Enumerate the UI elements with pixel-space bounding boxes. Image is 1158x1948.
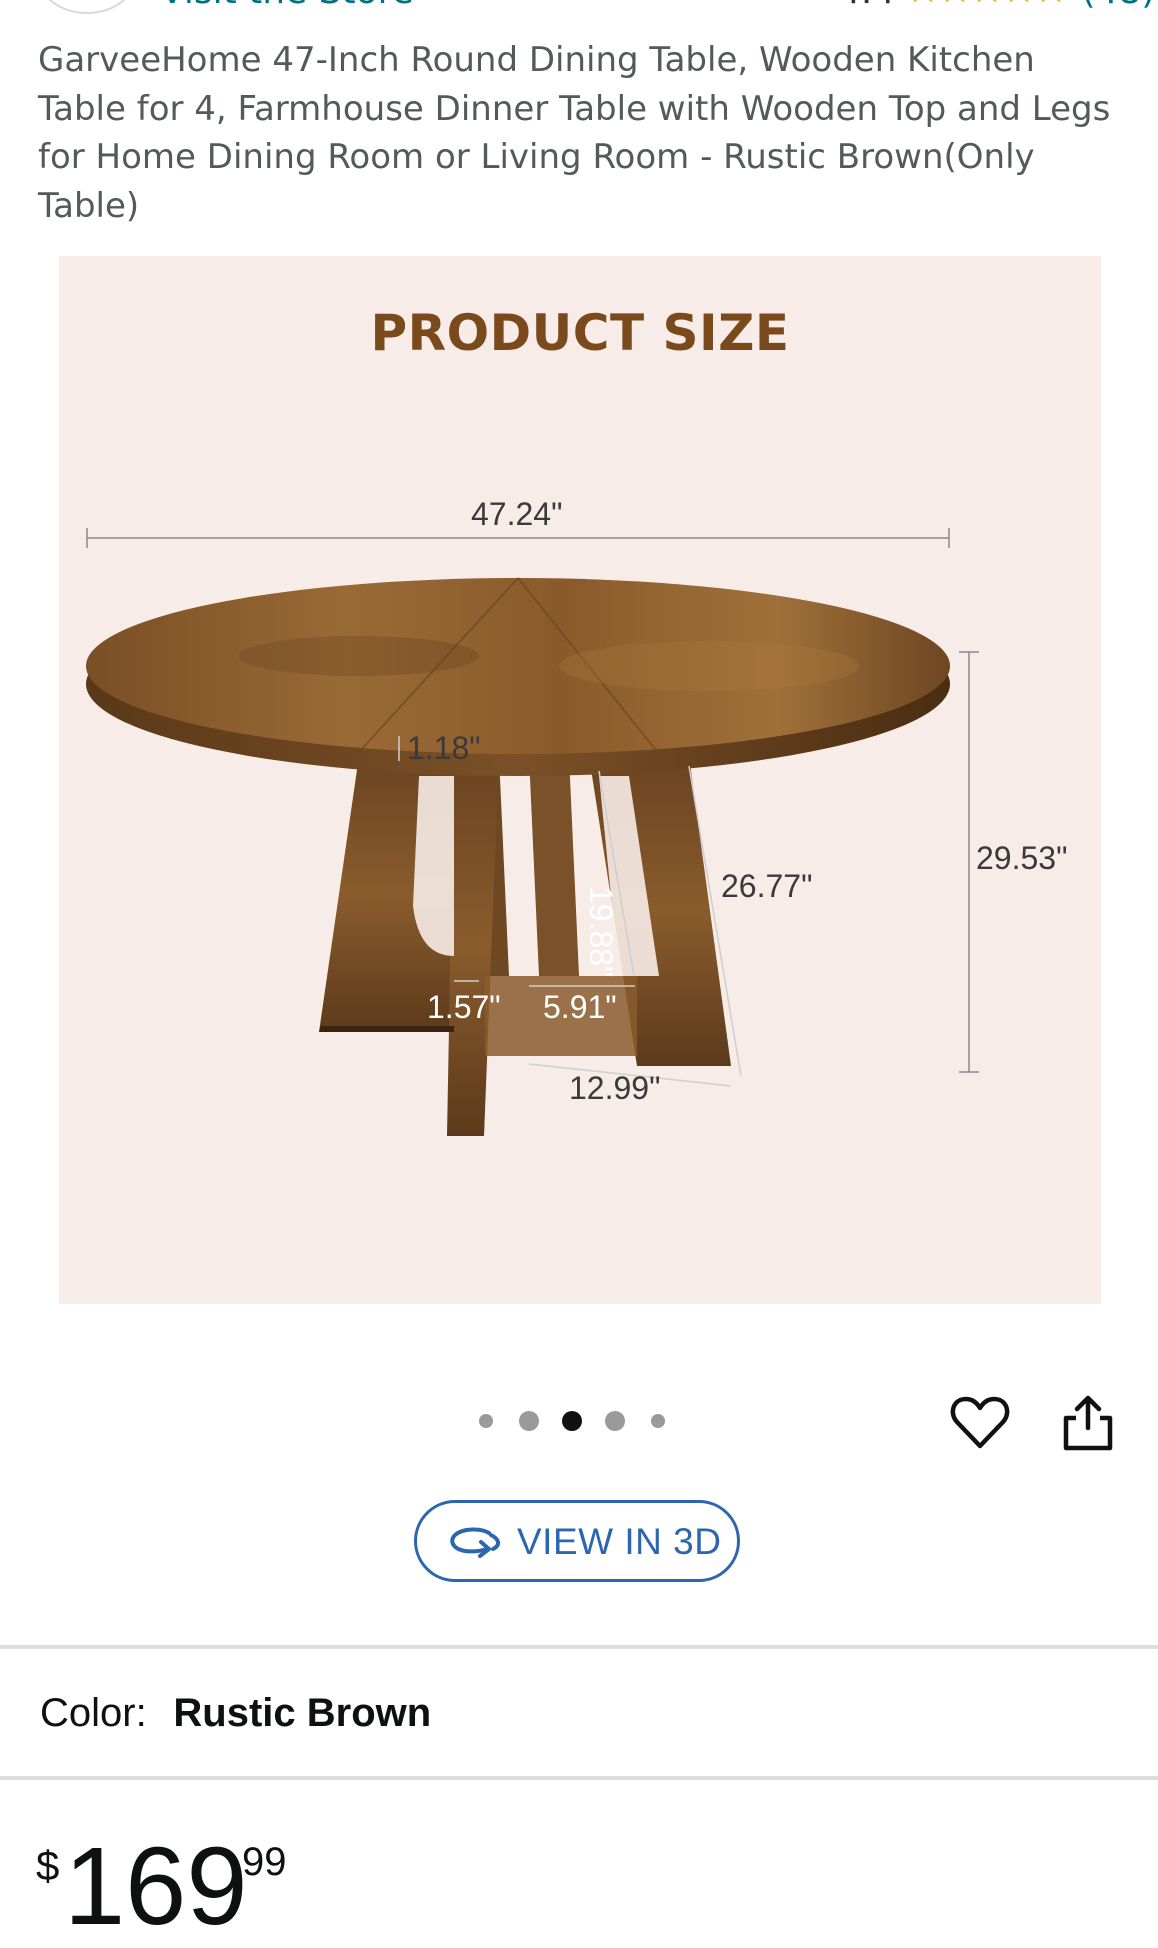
carousel-dot[interactable] (605, 1411, 625, 1431)
section-divider (0, 1776, 1158, 1780)
rating-stars (908, 0, 1068, 8)
section-divider (0, 1645, 1158, 1649)
star-icon (914, 0, 933, 3)
star-icon (946, 0, 965, 3)
carousel-dot[interactable] (479, 1414, 493, 1428)
dim-height-total: 29.53" (976, 840, 1068, 876)
carousel-dot[interactable] (519, 1411, 539, 1431)
product-title: GarveeHome 47-Inch Round Dining Table, W… (38, 40, 1111, 226)
rotate-3d-icon (450, 1527, 500, 1558)
price-whole: 169 (64, 1825, 248, 1948)
image-heading: PRODUCT SIZE (370, 304, 790, 362)
table-illustration (86, 528, 979, 1136)
dim-top-width: 47.24" (471, 496, 563, 532)
dim-leg-thickness: 1.57" (427, 989, 501, 1025)
add-to-list-heart-icon[interactable] (950, 1394, 1010, 1452)
color-label: Color: (40, 1691, 147, 1735)
carousel-dot-active[interactable] (562, 1411, 582, 1431)
view-in-3d-button[interactable]: VIEW IN 3D (414, 1500, 740, 1582)
carousel-dot[interactable] (651, 1414, 665, 1428)
star-icon (1042, 0, 1061, 3)
color-selection-row: Color: Rustic Brown (40, 1690, 431, 1736)
dim-leg-outer: 26.77" (721, 868, 813, 904)
price-currency-symbol: $ (36, 1842, 60, 1889)
dim-leg-inner: 19.88" (583, 886, 619, 978)
dim-base-half: 12.99" (569, 1070, 661, 1106)
dim-top-thickness: 1.18" (407, 730, 481, 766)
share-icon[interactable] (1058, 1392, 1118, 1454)
dim-leg-gap: 5.91" (543, 989, 617, 1025)
rating-value: 4.4 (838, 0, 895, 12)
rating-count-link[interactable]: (48) (1081, 0, 1155, 12)
rating-summary[interactable]: 4.4 (48) (838, 0, 1155, 10)
visit-store-link[interactable]: Visit the Store (160, 0, 414, 10)
color-value: Rustic Brown (173, 1691, 432, 1735)
star-icon (978, 0, 997, 3)
price-fraction: 99 (242, 1840, 287, 1884)
product-image[interactable]: PRODUCT SIZE 47.24" 29.53" 1.18" 19.88" … (59, 256, 1101, 1304)
view-in-3d-label: VIEW IN 3D (517, 1521, 722, 1562)
star-icon (1010, 0, 1029, 3)
store-logo-avatar[interactable] (38, 0, 136, 14)
top-store-bar: Visit the Store 4.4 (48) (0, 0, 1158, 20)
